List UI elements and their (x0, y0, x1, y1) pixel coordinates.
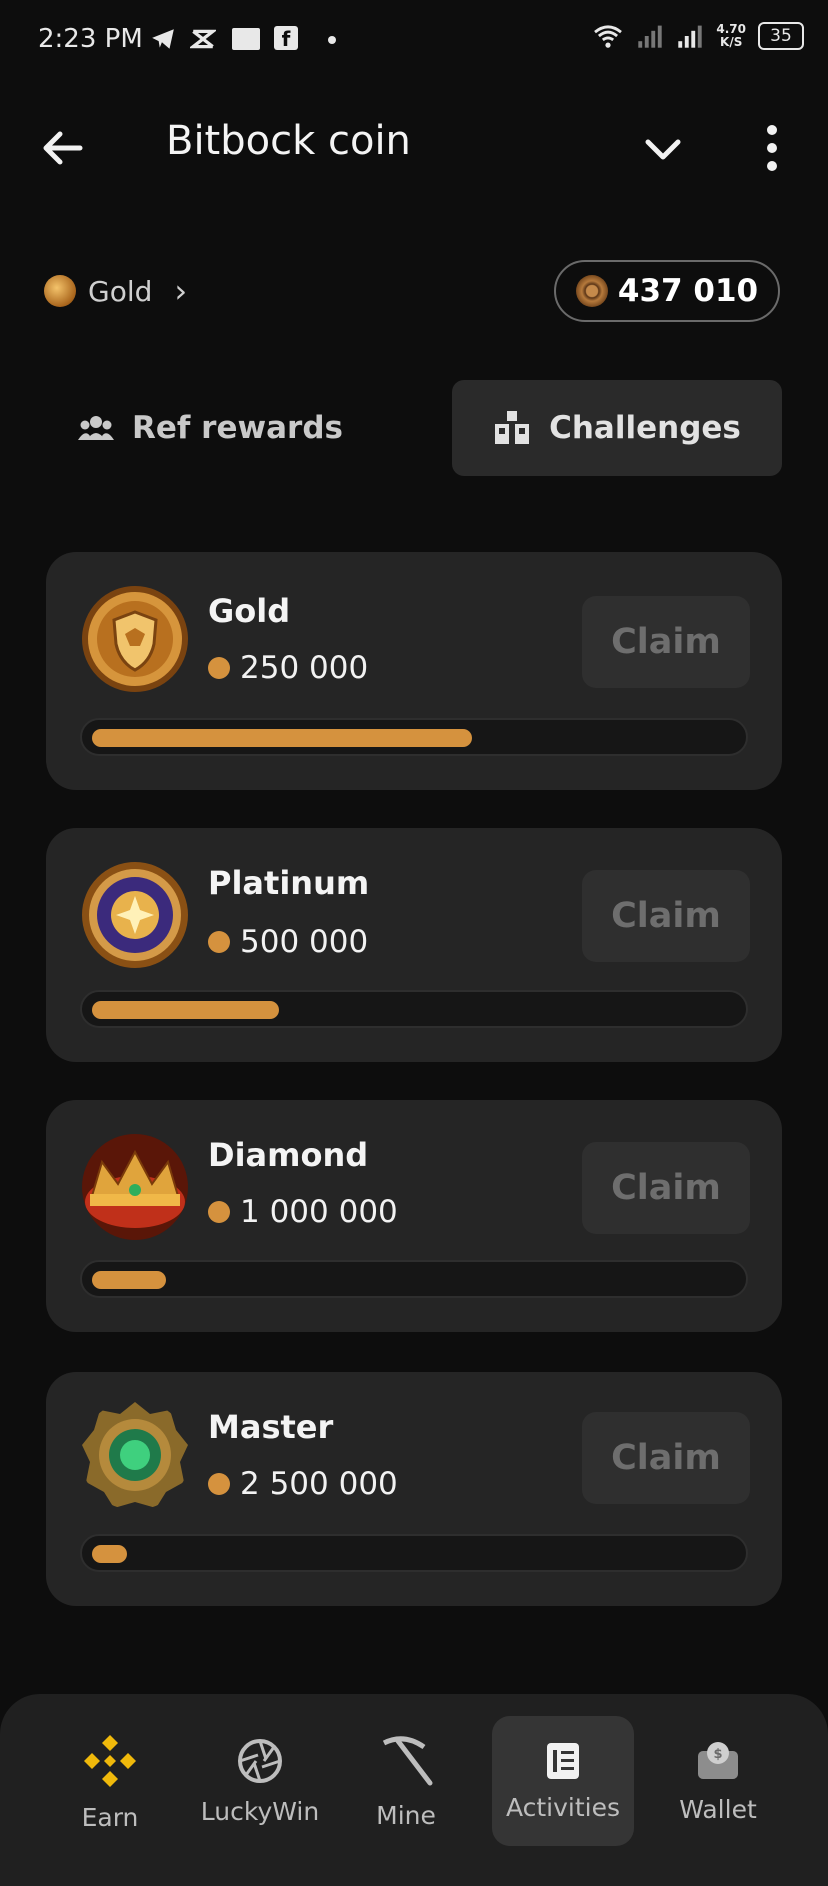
claim-button[interactable]: Claim (582, 870, 750, 962)
progress-bar (80, 1534, 748, 1572)
nav-label: Mine (376, 1800, 436, 1830)
progress-fill (92, 1545, 127, 1563)
battery-indicator: 35 (758, 22, 804, 50)
challenge-title: Platinum (208, 864, 370, 902)
balance-pill: 437 010 (554, 260, 780, 322)
status-time: 2:23 PM (38, 24, 143, 54)
challenge-title: Diamond (208, 1136, 369, 1174)
nav-activities[interactable]: Activities (492, 1716, 634, 1846)
pickaxe-icon (382, 1735, 433, 1785)
coin-icon (575, 275, 608, 307)
signal-weak-icon (638, 25, 663, 48)
progress-bar (80, 990, 748, 1028)
blocks-icon (495, 411, 530, 444)
coin-dot-icon (208, 1201, 230, 1223)
challenge-reward: 1 000 000 (208, 1194, 398, 1230)
challenge-card-diamond: Diamond 1 000 000 Claim (46, 1100, 782, 1332)
challenge-card-master: Master 2 500 000 Claim (46, 1372, 782, 1606)
platinum-star-badge (82, 862, 188, 968)
nav-label: Activities (505, 1792, 621, 1822)
app-notification-icon (232, 28, 260, 50)
notification-dot-icon (328, 36, 336, 44)
status-bar: 2:23 PM f 4.70 K/S 35 (0, 0, 828, 84)
progress-bar (80, 718, 748, 756)
gold-shield-badge (82, 586, 188, 692)
challenge-title: Master (208, 1408, 334, 1446)
gold-level-icon (44, 275, 76, 307)
challenge-reward: 250 000 (208, 650, 368, 686)
nav-label: Earn (81, 1802, 139, 1832)
challenge-card-platinum: Platinum 500 000 Claim (46, 828, 782, 1062)
level-link[interactable]: Gold › (44, 272, 187, 310)
coin-dot-icon (208, 1473, 230, 1495)
users-icon (78, 416, 114, 440)
diamond-crown-badge (82, 1134, 188, 1240)
wallet-icon: $ (698, 1741, 738, 1779)
tab-label: Challenges (549, 410, 741, 446)
challenge-reward: 2 500 000 (208, 1466, 398, 1502)
claim-button[interactable]: Claim (582, 1412, 750, 1504)
level-label: Gold (88, 274, 153, 308)
facebook-icon: f (274, 26, 298, 51)
challenge-reward: 500 000 (208, 924, 368, 960)
nav-label: Wallet (679, 1794, 757, 1824)
chevron-down-icon[interactable] (638, 124, 688, 174)
status-right-group: 4.70 K/S 35 (592, 22, 804, 50)
nav-wallet[interactable]: $ Wallet (668, 1716, 768, 1846)
tab-ref-rewards[interactable]: Ref rewards (78, 380, 398, 476)
more-vertical-icon[interactable] (752, 122, 792, 174)
svg-text:$: $ (713, 1747, 722, 1762)
challenge-title: Gold (208, 592, 291, 630)
nav-luckywin[interactable]: LuckyWin (196, 1716, 324, 1846)
aperture-icon (238, 1738, 282, 1783)
back-arrow-icon[interactable] (36, 124, 92, 172)
wifi-icon (594, 25, 623, 48)
tab-challenges[interactable]: Challenges (452, 380, 782, 476)
progress-fill (92, 1001, 279, 1019)
coin-dot-icon (208, 931, 230, 953)
net-speed: 4.70 K/S (716, 22, 746, 49)
binance-icon (84, 1734, 136, 1787)
challenge-card-gold: Gold 250 000 Claim (46, 552, 782, 790)
progress-bar (80, 1260, 748, 1298)
nav-earn[interactable]: Earn (56, 1716, 164, 1846)
page-title: Bitbock coin (166, 118, 411, 164)
tab-label: Ref rewards (132, 410, 343, 446)
master-emerald-badge (82, 1402, 188, 1508)
progress-fill (92, 1271, 166, 1289)
claim-button[interactable]: Claim (582, 1142, 750, 1234)
signal-icon (678, 25, 703, 48)
capcut-icon (190, 29, 216, 49)
balance-value: 437 010 (617, 273, 759, 309)
claim-button[interactable]: Claim (582, 596, 750, 688)
coin-dot-icon (208, 657, 230, 679)
document-icon (547, 1742, 579, 1779)
chevron-right-icon: › (174, 272, 188, 310)
nav-label: LuckyWin (200, 1796, 320, 1826)
progress-fill (92, 729, 472, 747)
nav-mine[interactable]: Mine (356, 1716, 456, 1846)
telegram-icon (152, 29, 174, 49)
